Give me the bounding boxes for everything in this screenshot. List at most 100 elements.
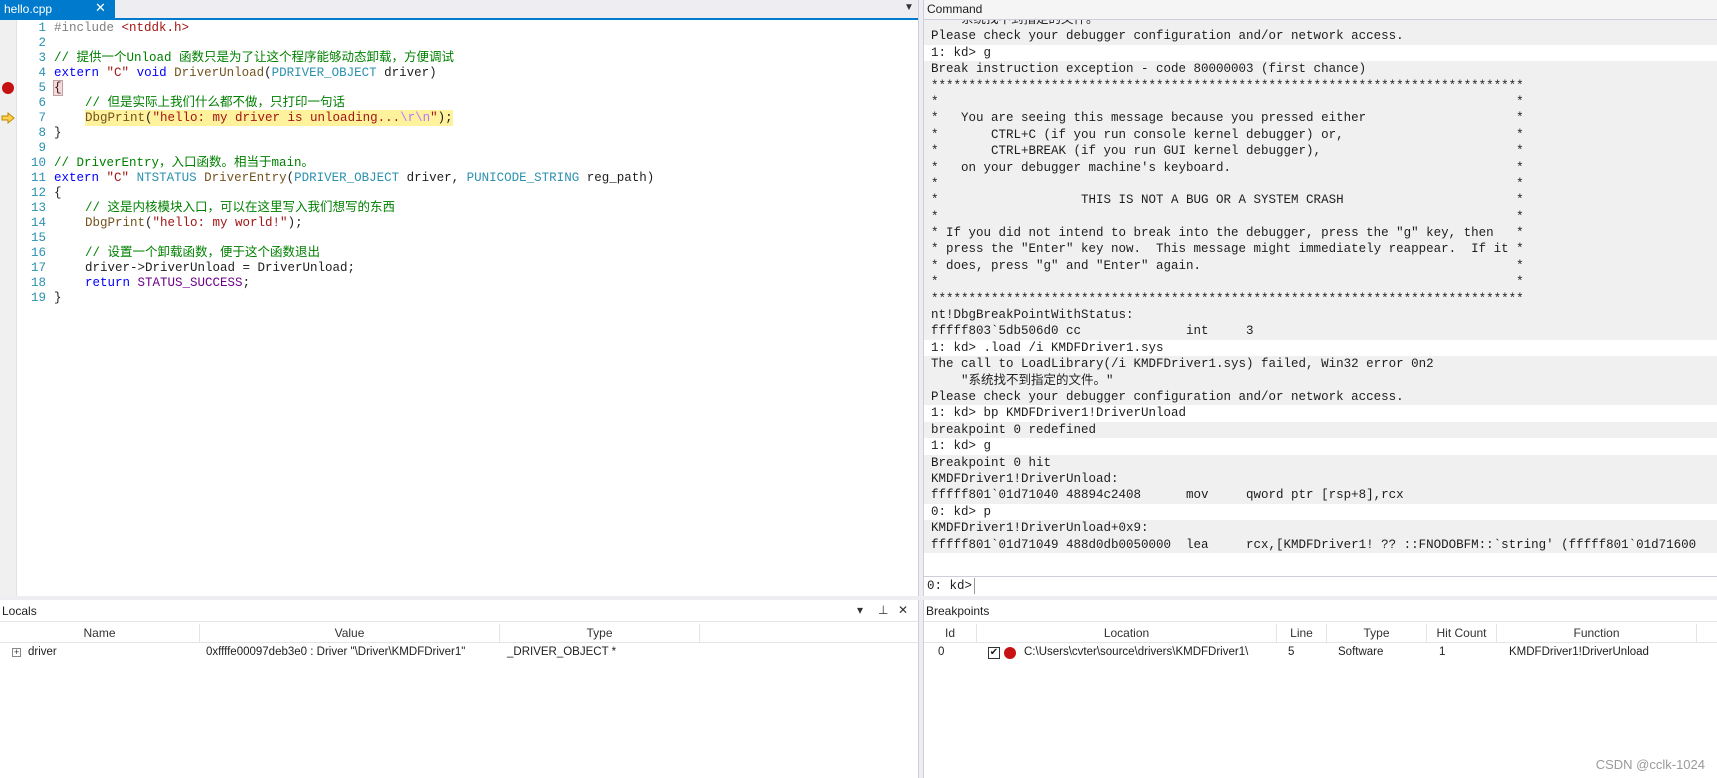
- column-header-hit-count[interactable]: Hit Count: [1427, 626, 1496, 640]
- breakpoint-function: KMDFDriver1!DriverUnload: [1509, 646, 1649, 658]
- code-editor[interactable]: 1 #include <ntddk.h> 2 3 // 提供一个Unload 函…: [0, 20, 918, 596]
- kd-prompt: 0: kd>: [927, 579, 973, 593]
- command-output-line: * on your debugger machine's keyboard. *: [924, 159, 1717, 176]
- breakpoint-row[interactable]: 0 ✔ C:\Users\cvter\source\drivers\KMDFDr…: [924, 644, 1717, 662]
- breakpoints-title-bar: Breakpoints: [924, 600, 1717, 622]
- code-line[interactable]: 18 return STATUS_SUCCESS;: [0, 275, 918, 291]
- editor-pane: hello.cpp ✕ ▼ 1 #include <ntddk.h> 2 3 /…: [0, 0, 918, 596]
- code-line[interactable]: 3 // 提供一个Unload 函数只是为了让这个程序能够动态卸载，方便调试: [0, 50, 918, 66]
- column-header-name[interactable]: Name: [0, 626, 199, 640]
- include-header: <ntddk.h>: [121, 21, 190, 35]
- command-output[interactable]: 系统找不到指定的文件。 Please check your debugger co…: [924, 20, 1717, 578]
- close-icon[interactable]: ✕: [95, 1, 106, 15]
- code-comment: // DriverEntry，入口函数。相当于main。: [54, 156, 315, 170]
- command-echo-line: 1: kd> bp KMDFDriver1!DriverUnload: [924, 405, 1717, 422]
- column-header-type[interactable]: Type: [1327, 626, 1426, 640]
- code-line[interactable]: 10 // DriverEntry，入口函数。相当于main。: [0, 155, 918, 171]
- function-name: DriverUnload: [174, 66, 265, 80]
- pane-title: Command: [927, 2, 983, 16]
- code-line[interactable]: 1 #include <ntddk.h>: [0, 20, 918, 36]
- locals-grid-header: Name Value Type: [0, 624, 918, 643]
- pane-title: Locals: [2, 604, 37, 618]
- punctuation: ;: [242, 276, 251, 290]
- local-value[interactable]: 0xffffe00097deb3e0 : Driver "\Driver\KMD…: [206, 646, 465, 658]
- window-dropdown-icon[interactable]: ▾: [857, 603, 863, 617]
- column-header-value[interactable]: Value: [200, 626, 499, 640]
- command-output-line: "系统找不到指定的文件。": [924, 372, 1717, 389]
- command-output-line: * CTRL+C (if you run console kernel debu…: [924, 126, 1717, 144]
- code-line-current[interactable]: 7 DbgPrint("hello: my driver is unloadin…: [0, 110, 918, 126]
- code-text: #include <ntddk.h>: [54, 20, 189, 36]
- line-number: 2: [38, 36, 46, 50]
- punctuation: );: [287, 216, 303, 230]
- pin-icon[interactable]: ⊥: [878, 603, 888, 617]
- command-output-line: Please check your debugger configuration…: [924, 28, 1717, 45]
- line-number: 14: [30, 216, 46, 230]
- code-line[interactable]: 14 DbgPrint("hello: my world!");: [0, 215, 918, 231]
- line-number: 1: [38, 21, 46, 35]
- expand-icon[interactable]: +: [12, 648, 21, 657]
- code-line[interactable]: 15: [0, 230, 918, 246]
- punctuation: (: [286, 171, 295, 185]
- column-header-location[interactable]: Location: [977, 626, 1276, 640]
- column-header-id[interactable]: Id: [924, 626, 976, 640]
- locals-row[interactable]: + driver 0xffffe00097deb3e0 : Driver "\D…: [0, 644, 918, 662]
- column-header-type[interactable]: Type: [500, 626, 699, 640]
- column-separator[interactable]: [699, 624, 700, 642]
- code-line[interactable]: 19 }: [0, 290, 918, 306]
- code-comment: // 设置一个卸载函数，便于这个函数退出: [85, 246, 321, 260]
- code-line[interactable]: 8 }: [0, 125, 918, 141]
- breakpoint-icon: [1004, 647, 1016, 659]
- code-line[interactable]: 5 {: [0, 80, 918, 96]
- column-separator[interactable]: [1696, 624, 1697, 642]
- type-name: NTSTATUS: [136, 171, 197, 185]
- close-icon[interactable]: ✕: [898, 603, 908, 617]
- code-line[interactable]: 13 // 这是内核模块入口，可以在这里写入我们想写的东西: [0, 200, 918, 216]
- line-number: 18: [30, 276, 46, 290]
- code-line[interactable]: 4 extern "C" void DriverUnload(PDRIVER_O…: [0, 65, 918, 81]
- code-line[interactable]: 11 extern "C" NTSTATUS DriverEntry(PDRIV…: [0, 170, 918, 186]
- command-echo-line: 0: kd> p: [924, 503, 1717, 521]
- code-text: extern "C" void DriverUnload(PDRIVER_OBJ…: [54, 65, 437, 81]
- pane-title: Breakpoints: [926, 604, 990, 618]
- code-comment: // 提供一个Unload 函数只是为了让这个程序能够动态卸载，方便调试: [54, 51, 455, 65]
- code-line[interactable]: 12 {: [0, 185, 918, 201]
- command-output-line: The call to LoadLibrary(/i KMDFDriver1.s…: [924, 356, 1717, 373]
- column-header-line[interactable]: Line: [1277, 626, 1326, 640]
- brace: }: [54, 291, 62, 305]
- tab-label: hello.cpp: [4, 2, 53, 16]
- type-name: PUNICODE_STRING: [466, 171, 580, 185]
- code-line[interactable]: 2: [0, 35, 918, 51]
- line-number: 4: [38, 66, 46, 80]
- string-literal: "C": [106, 171, 130, 185]
- document-tab-strip: hello.cpp ✕ ▼: [0, 0, 918, 20]
- tab-list-dropdown-icon[interactable]: ▼: [904, 2, 914, 13]
- column-header-function[interactable]: Function: [1497, 626, 1696, 640]
- code-line[interactable]: 17 driver->DriverUnload = DriverUnload;: [0, 260, 918, 276]
- command-input[interactable]: [974, 578, 1717, 594]
- command-output-line: * press the "Enter" key now. This messag…: [924, 241, 1717, 258]
- command-output-line: 系统找不到指定的文件。: [924, 20, 1717, 29]
- command-output-line: ****************************************…: [924, 77, 1717, 94]
- code-text: return STATUS_SUCCESS;: [85, 275, 250, 291]
- command-echo-line: 1: kd> g: [924, 438, 1717, 455]
- string-literal-end: ": [430, 111, 438, 125]
- line-number: 10: [30, 156, 46, 170]
- command-output-line: * *: [924, 93, 1717, 111]
- breakpoint-line: 5: [1288, 646, 1295, 658]
- breakpoint-icon[interactable]: [2, 82, 14, 94]
- preprocessor-directive: #include: [54, 21, 115, 35]
- command-output-line: fffff801`01d71049 488d0db0050000 lea rcx…: [924, 536, 1717, 553]
- command-output-line: KMDFDriver1!DriverUnload:: [924, 470, 1717, 488]
- function-name: DbgPrint: [85, 111, 146, 125]
- tab-hello-cpp[interactable]: hello.cpp ✕: [0, 0, 115, 18]
- code-line[interactable]: 16 // 设置一个卸载函数，便于这个函数退出: [0, 245, 918, 261]
- line-number: 8: [38, 126, 46, 140]
- command-output-line: Please check your debugger configuration…: [924, 388, 1717, 406]
- keyword: void: [136, 66, 167, 80]
- code-line[interactable]: 6 // 但是实际上我们什么都不做，只打印一句话: [0, 95, 918, 111]
- breakpoint-enabled-checkbox[interactable]: ✔: [988, 647, 1000, 659]
- breakpoint-location: C:\Users\cvter\source\drivers\KMDFDriver…: [1024, 646, 1249, 658]
- line-number: 6: [38, 96, 46, 110]
- code-line[interactable]: 9: [0, 140, 918, 156]
